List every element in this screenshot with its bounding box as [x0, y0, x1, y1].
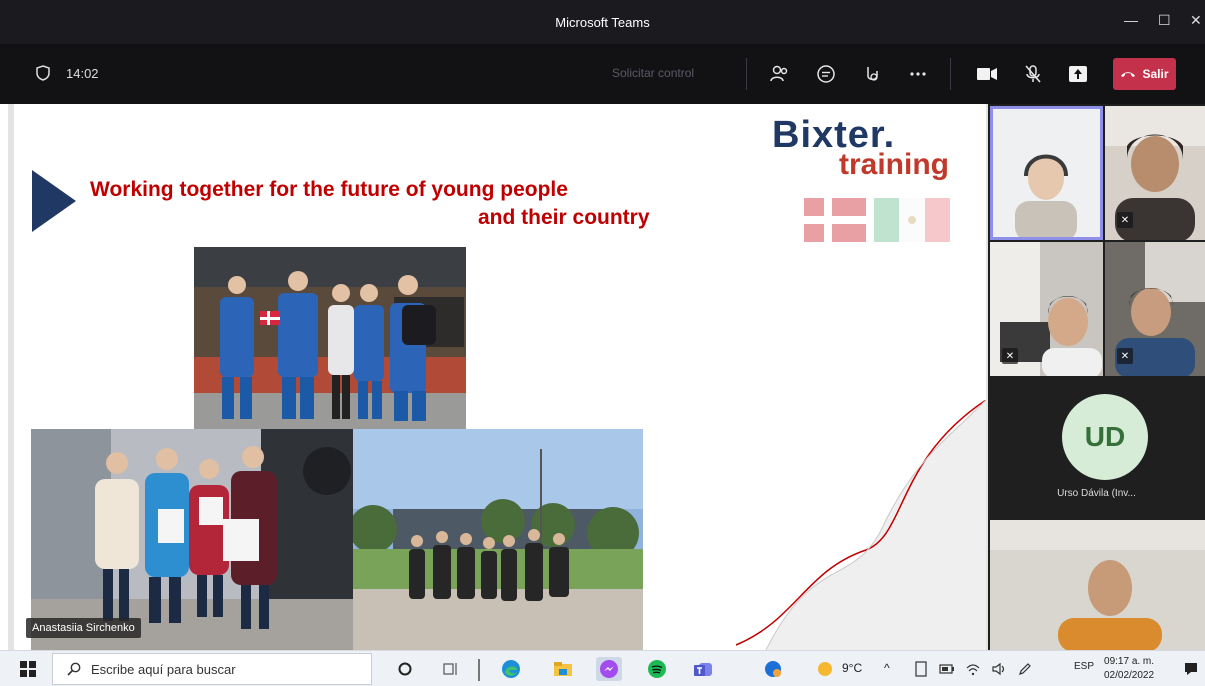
slide-headline-line2: and their country	[478, 206, 650, 229]
mic-off-icon[interactable]	[1021, 62, 1045, 86]
photo-campus-group	[353, 429, 643, 650]
participant-tile[interactable]: ✕	[1105, 242, 1205, 376]
windows-start-icon[interactable]	[20, 661, 36, 677]
presenter-name-tag: Anastasiia Sirchenko	[26, 618, 141, 638]
pen-icon[interactable]	[1012, 657, 1038, 681]
maximize-button[interactable]: ☐	[1158, 12, 1171, 29]
weather-sun-icon[interactable]	[812, 657, 838, 681]
leave-button[interactable]: Salir	[1113, 58, 1176, 90]
meet-now-icon[interactable]	[908, 657, 934, 681]
phone-hangup-icon	[1121, 72, 1136, 77]
slide-headline-line1: Working together for the future of young…	[90, 178, 568, 201]
taskbar-search[interactable]: Escribe aquí para buscar	[52, 653, 372, 685]
search-placeholder: Escribe aquí para buscar	[91, 661, 236, 677]
search-icon	[67, 662, 81, 676]
mic-off-icon: ✕	[1117, 348, 1133, 364]
spotify-icon[interactable]	[644, 657, 670, 681]
notifications-icon[interactable]	[1178, 657, 1204, 681]
participant-tile[interactable]: ✕	[1105, 106, 1205, 240]
people-icon[interactable]	[768, 62, 792, 86]
triangle-arrow-icon	[32, 170, 76, 232]
task-view-icon[interactable]	[438, 657, 464, 681]
leave-label: Salir	[1142, 67, 1169, 81]
meeting-timer: 14:02	[66, 66, 99, 81]
battery-icon[interactable]	[934, 657, 960, 681]
file-explorer-icon[interactable]	[550, 657, 576, 681]
reactions-icon[interactable]	[860, 62, 884, 86]
participant-video	[990, 106, 1103, 240]
chevron-up-icon[interactable]: ^	[884, 661, 890, 675]
mic-off-icon: ✕	[1117, 212, 1133, 228]
close-window-button[interactable]: ✕	[1190, 12, 1202, 29]
messenger-icon[interactable]	[596, 657, 622, 681]
windows-taskbar: Escribe aquí para buscar 9°C ^ ESP 09:17…	[0, 650, 1205, 686]
clock-date: 02/02/2022	[1104, 670, 1155, 681]
mic-off-icon: ✕	[1002, 348, 1018, 364]
toolbar-divider	[746, 58, 747, 90]
help-app-icon[interactable]	[760, 657, 786, 681]
avatar[interactable]: UD	[1062, 394, 1148, 480]
minimize-button[interactable]: —	[1124, 12, 1138, 28]
photo-students-building	[31, 429, 353, 650]
participant-video	[990, 520, 1205, 650]
participant-tile[interactable]	[990, 106, 1103, 240]
wifi-icon[interactable]	[960, 657, 986, 681]
language-indicator[interactable]: ESP	[1074, 661, 1094, 672]
denmark-flag	[804, 198, 866, 242]
window-title: Microsoft Teams	[555, 15, 650, 30]
participants-panel: ✕ ✕ ✕ UD Urso Dávila (Inv...	[988, 104, 1205, 650]
chat-icon[interactable]	[814, 62, 838, 86]
participant-tile[interactable]	[990, 520, 1205, 650]
camera-icon[interactable]	[975, 62, 999, 86]
shared-screen: Working together for the future of young…	[8, 104, 988, 650]
participant-tile[interactable]: ✕	[990, 242, 1103, 376]
cortana-icon[interactable]	[392, 657, 418, 681]
weather-temperature[interactable]: 9°C	[842, 661, 862, 675]
mexico-flag	[874, 198, 950, 242]
shield-icon	[36, 65, 50, 81]
share-screen-icon[interactable]	[1066, 62, 1090, 86]
edge-browser-icon[interactable]	[498, 657, 524, 681]
volume-icon[interactable]	[986, 657, 1012, 681]
decorative-swoosh	[736, 400, 986, 650]
clock-time: 09:17 a. m.	[1104, 656, 1155, 667]
system-clock[interactable]: 09:17 a. m. 02/02/2022	[1104, 655, 1154, 683]
request-control-button[interactable]: Solicitar control	[612, 66, 694, 80]
presentation-slide: Working together for the future of young…	[14, 104, 986, 650]
avatar-name: Urso Dávila (Inv...	[1057, 488, 1136, 499]
more-options-icon[interactable]	[906, 62, 930, 86]
teams-icon[interactable]	[690, 657, 716, 681]
window-titlebar: Microsoft Teams — ☐ ✕	[0, 0, 1205, 44]
photo-workers-group	[194, 247, 466, 429]
taskbar-divider	[478, 659, 480, 681]
meeting-toolbar: 14:02 Solicitar control Salir	[0, 44, 1205, 104]
toolbar-divider	[950, 58, 951, 90]
brand-logo-line2: training	[839, 148, 949, 181]
